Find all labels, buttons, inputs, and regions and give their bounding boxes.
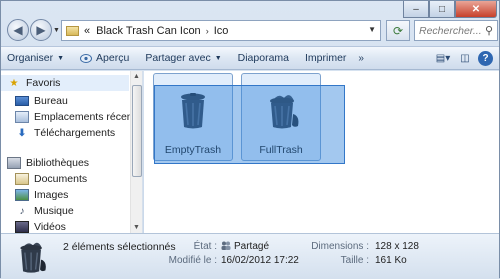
breadcrumb-item[interactable]: Ico [214,25,229,37]
diaporama-label: Diaporama [237,52,289,64]
chevron-down-icon[interactable]: ▼ [368,25,376,34]
sidebar-item-documents[interactable]: Documents [15,171,87,187]
sidebar-item-label: Emplacements récents [34,111,141,123]
address-prefix[interactable]: « [84,25,90,37]
partager-label: Partager avec [145,52,211,64]
apercu-label: Aperçu [96,52,130,64]
sidebar-item-images[interactable]: Images [15,187,68,203]
sidebar-item-label: Documents [34,173,88,185]
forward-button[interactable]: ▶ [30,19,52,41]
selection-rectangle [154,85,345,164]
breadcrumb-item[interactable]: Black Trash Can Icon [96,25,201,37]
taille-value: 161 Ko [375,255,407,266]
arrow-right-icon: ▶ [36,23,46,37]
refresh-icon: ⟳ [392,23,404,38]
sidebar-item-label: Téléchargements [34,127,116,139]
more-commands-button[interactable]: » [358,53,364,64]
folder-icon [66,25,79,36]
sidebar-item-label: Vidéos [34,221,66,233]
modifie-label: Modifié le : [168,255,217,266]
star-icon: ★ [9,77,19,89]
etat-value: Partagé [221,241,269,252]
sidebar-item-videos[interactable]: Vidéos [15,219,66,233]
navigation-pane: ★ Favoris Bureau Emplacements récents ⬇ … [1,71,143,233]
scrollbar-thumb[interactable] [132,85,142,177]
taille-label: Taille : [340,255,369,266]
caret-down-icon: ▼ [214,54,222,62]
partager-menu[interactable]: Partager avec ▼ [145,52,221,64]
command-bar: Organiser ▼ Aperçu Partager avec ▼ Diapo… [1,46,499,70]
scroll-down-icon[interactable]: ▼ [133,224,140,231]
back-button[interactable]: ◀ [7,19,29,41]
dimensions-value: 128 x 128 [375,241,419,252]
view-options-button[interactable]: ▤▾ [434,50,452,67]
trash-can-full-icon [20,242,46,273]
caret-down-icon: ▼ [57,54,65,62]
help-icon: ? [482,53,489,64]
selection-count: 2 éléments sélectionnés [63,241,176,253]
sidebar-item-label: Bureau [34,95,68,107]
etat-label: État : [193,241,217,252]
sidebar-item-telechargements[interactable]: ⬇ Téléchargements [15,125,115,141]
navpane-scrollbar[interactable]: ▲ ▼ [130,71,142,233]
organiser-menu[interactable]: Organiser ▼ [7,52,64,64]
details-pane: 2 éléments sélectionnés État : Partagé M… [1,233,499,279]
recent-places-icon [15,111,29,123]
diaporama-button[interactable]: Diaporama [238,52,289,64]
music-note-icon: ♪ [19,205,25,217]
sidebar-item-favoris[interactable]: ★ Favoris [1,75,129,91]
address-bar[interactable]: « Black Trash Can Icon › Ico ▼ [61,20,381,41]
view-icon: ▤▾ [435,53,451,64]
toolbar-right: ▤▾ ◫ ? [434,50,493,67]
sidebar-item-bibliotheques[interactable]: Bibliothèques [7,155,89,171]
sidebar-item-musique[interactable]: ♪ Musique [15,203,74,219]
explorer-window: – □ ✕ ◀ ▶ ▼ « Black Trash Can Icon › Ico… [0,0,500,279]
sidebar-item-label: Images [34,189,69,201]
search-icon[interactable]: ⚲ [485,24,493,37]
preview-pane-button[interactable]: ◫ [456,50,474,67]
search-placeholder: Rechercher... [419,24,482,37]
scroll-up-icon[interactable]: ▲ [133,73,140,80]
breadcrumb-separator[interactable]: › [206,26,209,36]
sidebar-item-label: Favoris [26,77,61,89]
modifie-value: 16/02/2012 17:22 [221,255,299,266]
refresh-button[interactable]: ⟳ [386,20,410,41]
sidebar-item-bureau[interactable]: Bureau [15,93,68,109]
file-list-pane[interactable]: EmptyTrash FullTrash [144,71,499,233]
sidebar-item-emplacements-recents[interactable]: Emplacements récents [15,109,141,125]
preview-icon [80,53,93,63]
pane-icon: ◫ [460,53,470,64]
imprimer-label: Imprimer [305,52,347,64]
search-input[interactable]: Rechercher... ⚲ [414,20,498,41]
documents-icon [15,173,29,185]
shared-users-icon [221,241,231,250]
recent-pages-dropdown[interactable]: ▼ [53,27,60,34]
desktop-icon [15,96,29,106]
imprimer-button[interactable]: Imprimer [305,52,346,64]
arrow-left-icon: ◀ [13,23,23,37]
download-icon: ⬇ [17,127,27,139]
help-button[interactable]: ? [478,51,493,66]
videos-icon [15,221,29,233]
etat-text: Partagé [234,241,270,252]
navigation-row: ◀ ▶ ▼ « Black Trash Can Icon › Ico ▼ ⟳ R… [5,15,498,45]
sidebar-item-label: Musique [34,205,74,217]
dimensions-label: Dimensions : [311,241,369,252]
pictures-icon [15,189,29,201]
organiser-label: Organiser [7,52,54,64]
libraries-icon [7,157,21,169]
sidebar-item-label: Bibliothèques [26,157,90,169]
apercu-button[interactable]: Aperçu [80,52,129,64]
